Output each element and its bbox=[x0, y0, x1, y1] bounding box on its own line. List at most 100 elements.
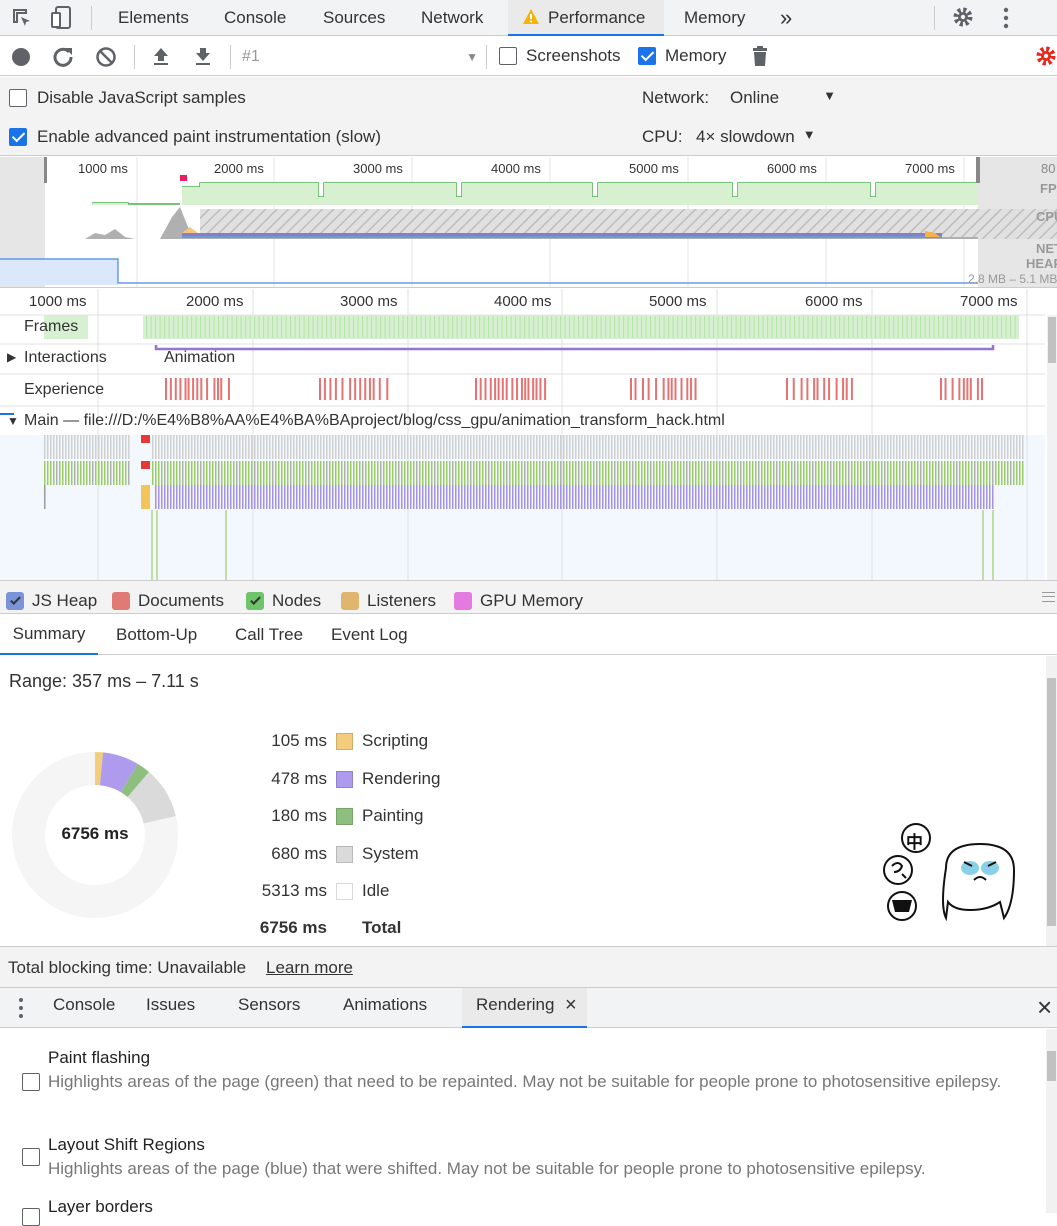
tab-summary[interactable]: Summary bbox=[0, 615, 98, 655]
drawer-tab-rendering[interactable]: Rendering bbox=[476, 995, 554, 1015]
summary-range: Range: 357 ms – 7.11 s bbox=[9, 671, 199, 692]
summary-row-swatch bbox=[336, 846, 353, 863]
summary-row-value: 180 ms bbox=[200, 806, 327, 826]
tab-performance[interactable]: Performance bbox=[548, 0, 645, 36]
flamechart-canvas bbox=[0, 289, 1057, 580]
overview-tick: 6000 ms bbox=[767, 161, 817, 176]
overview-tick: 3000 ms bbox=[353, 161, 403, 176]
summary-row-label: System bbox=[362, 844, 419, 864]
tab-bottom-up[interactable]: Bottom-Up bbox=[116, 625, 197, 645]
tab-sources[interactable]: Sources bbox=[323, 0, 385, 36]
screenshots-checkbox[interactable] bbox=[499, 47, 517, 65]
record-icon[interactable] bbox=[11, 47, 31, 67]
gpu-memory-counter[interactable]: GPU Memory bbox=[454, 591, 583, 611]
nodes-counter[interactable]: Nodes bbox=[246, 591, 321, 611]
network-throttle-select[interactable]: Online ▼ bbox=[730, 88, 836, 108]
close-tab-icon[interactable]: × bbox=[565, 994, 577, 1017]
overview-tick: 4000 ms bbox=[491, 161, 541, 176]
timeline-tick: 1000 ms bbox=[29, 293, 87, 310]
reload-record-icon[interactable] bbox=[52, 45, 74, 67]
blocking-time-text: Total blocking time: Unavailable bbox=[8, 958, 246, 978]
drawer-menu-icon[interactable] bbox=[15, 996, 27, 1020]
tab-console[interactable]: Console bbox=[224, 0, 286, 36]
upload-icon[interactable] bbox=[150, 45, 172, 67]
sticker-text: 中 bbox=[906, 828, 923, 853]
experience-track-label: Experience bbox=[24, 381, 104, 399]
summary-row-swatch bbox=[336, 771, 353, 788]
tab-network[interactable]: Network bbox=[421, 0, 483, 36]
summary-scrollbar[interactable] bbox=[1046, 656, 1057, 946]
paint-flashing-desc: Highlights areas of the page (green) tha… bbox=[48, 1070, 1023, 1094]
timeline-tick: 5000 ms bbox=[649, 293, 707, 310]
triangle-right-icon[interactable]: ▶ bbox=[7, 350, 16, 364]
capture-settings-gear-icon[interactable] bbox=[1034, 44, 1057, 68]
tab-memory[interactable]: Memory bbox=[684, 0, 745, 36]
paint-flashing-title: Paint flashing bbox=[48, 1048, 150, 1068]
tab-call-tree[interactable]: Call Tree bbox=[235, 625, 303, 645]
drawer-tab-console[interactable]: Console bbox=[53, 995, 115, 1015]
tab-event-log[interactable]: Event Log bbox=[331, 625, 408, 645]
more-tabs-button[interactable]: » bbox=[780, 0, 792, 36]
layer-borders-title: Layer borders bbox=[48, 1197, 153, 1217]
disable-js-samples-checkbox[interactable] bbox=[9, 89, 27, 107]
timeline-tick: 4000 ms bbox=[494, 293, 552, 310]
summary-row-value: 478 ms bbox=[200, 769, 327, 789]
main-thread-track-label[interactable]: Main — file:///D:/%E4%B8%AA%E4%BA%BAproj… bbox=[24, 412, 725, 430]
close-drawer-icon[interactable]: × bbox=[1037, 992, 1052, 1023]
cpu-throttle-select[interactable]: 4× slowdown ▼ bbox=[696, 127, 816, 147]
chevron-down-icon: ▼ bbox=[803, 127, 816, 147]
listeners-counter[interactable]: Listeners bbox=[341, 591, 436, 611]
memory-checkbox[interactable] bbox=[638, 47, 656, 65]
heap-overview-label: HEAP bbox=[1026, 256, 1057, 271]
cpu-throttle-label: CPU: bbox=[642, 127, 683, 147]
fps-max-value: 80 bbox=[1041, 161, 1055, 176]
memory-label: Memory bbox=[665, 46, 726, 66]
drawer-tab-animations[interactable]: Animations bbox=[343, 995, 427, 1015]
summary-total-label: Total bbox=[362, 918, 401, 938]
net-overview-label: NET bbox=[1036, 241, 1057, 256]
learn-more-link[interactable]: Learn more bbox=[266, 958, 353, 978]
summary-row-swatch bbox=[336, 733, 353, 750]
screenshots-label: Screenshots bbox=[526, 46, 621, 66]
tab-elements[interactable]: Elements bbox=[118, 0, 189, 36]
advanced-paint-checkbox[interactable] bbox=[9, 128, 27, 146]
timeline-overview[interactable]: 1000 ms 2000 ms 3000 ms 4000 ms 5000 ms … bbox=[0, 157, 1057, 288]
gear-icon[interactable] bbox=[951, 5, 975, 29]
timeline-tick: 7000 ms bbox=[960, 293, 1018, 310]
overview-tick: 1000 ms bbox=[78, 161, 128, 176]
summary-row-value: 105 ms bbox=[200, 731, 327, 751]
summary-row-label: Scripting bbox=[362, 731, 428, 751]
documents-counter[interactable]: Documents bbox=[112, 591, 224, 611]
download-icon[interactable] bbox=[192, 45, 214, 67]
overview-tick: 5000 ms bbox=[629, 161, 679, 176]
garbage-collect-icon[interactable] bbox=[750, 45, 770, 67]
triangle-down-icon[interactable]: ▼ bbox=[7, 414, 19, 428]
chevron-down-icon: ▼ bbox=[466, 50, 478, 64]
timeline-flamechart[interactable]: 1000 ms 2000 ms 3000 ms 4000 ms 5000 ms … bbox=[0, 289, 1057, 580]
disable-js-samples-label: Disable JavaScript samples bbox=[37, 88, 246, 108]
clear-icon[interactable] bbox=[95, 46, 117, 68]
chevron-down-icon: ▼ bbox=[823, 88, 836, 108]
summary-row-swatch bbox=[336, 883, 353, 900]
summary-row-label: Idle bbox=[362, 881, 389, 901]
timeline-tick: 2000 ms bbox=[186, 293, 244, 310]
summary-row-value: 5313 ms bbox=[200, 881, 327, 901]
interactions-track-label[interactable]: Interactions bbox=[24, 349, 107, 367]
profile-select[interactable]: #1 ▼ bbox=[242, 45, 478, 69]
overview-tick: 2000 ms bbox=[214, 161, 264, 176]
layer-borders-checkbox[interactable] bbox=[22, 1208, 40, 1226]
device-toolbar-icon[interactable] bbox=[50, 5, 74, 31]
inspect-element-icon[interactable] bbox=[10, 6, 34, 30]
js-heap-counter[interactable]: JS Heap bbox=[6, 591, 97, 611]
layout-shift-checkbox[interactable] bbox=[22, 1148, 40, 1166]
drawer-tab-sensors[interactable]: Sensors bbox=[238, 995, 300, 1015]
overview-canvas bbox=[0, 157, 1057, 288]
resize-handle-icon[interactable] bbox=[1042, 592, 1055, 602]
drawer-tab-issues[interactable]: Issues bbox=[146, 995, 195, 1015]
summary-row-label: Rendering bbox=[362, 769, 440, 789]
paint-flashing-checkbox[interactable] bbox=[22, 1073, 40, 1091]
animation-interaction-label[interactable]: Animation bbox=[164, 349, 235, 367]
kebab-menu-icon[interactable] bbox=[998, 6, 1014, 30]
network-throttle-label: Network: bbox=[642, 88, 709, 108]
rendering-scrollbar[interactable] bbox=[1046, 1029, 1057, 1213]
